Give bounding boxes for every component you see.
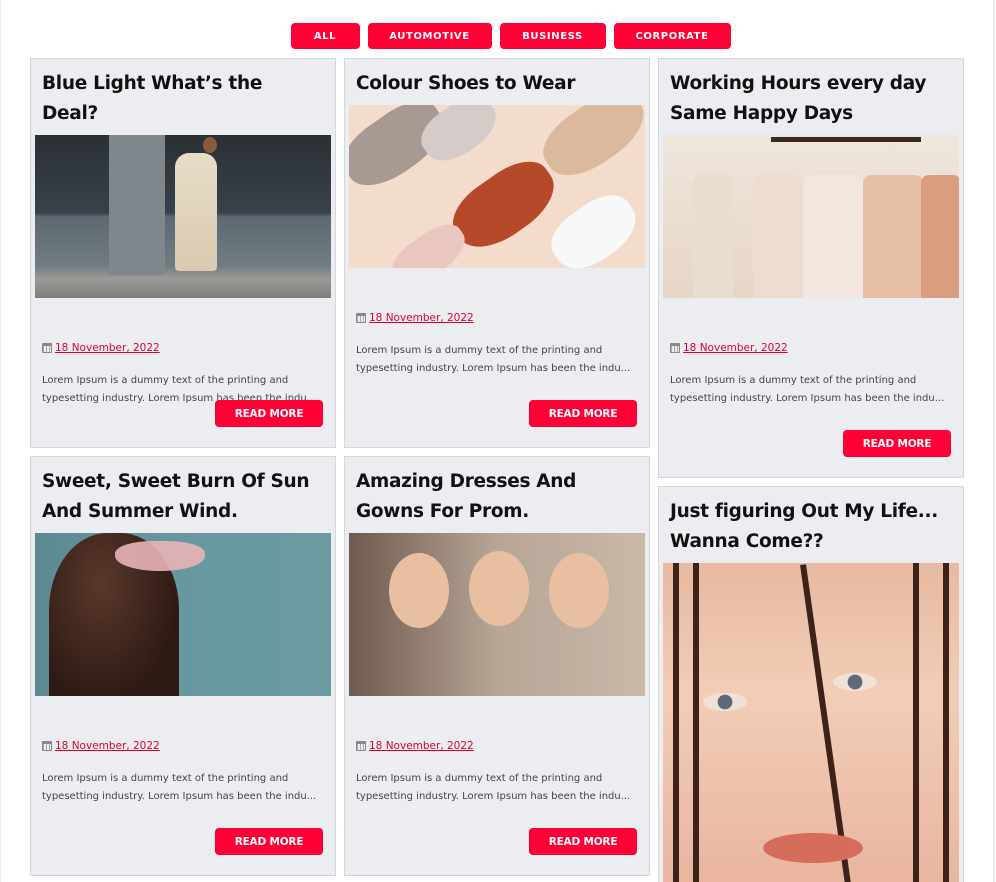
post-meta: 18 November, 2022	[42, 342, 335, 354]
image-detail	[833, 673, 877, 691]
post-date-link[interactable]: 18 November, 2022	[55, 342, 160, 354]
filter-automotive-button[interactable]: AUTOMOTIVE	[367, 23, 492, 49]
post-image[interactable]	[35, 533, 331, 696]
blog-card: Colour Shoes to Wear 18 November, 2022 L…	[344, 58, 650, 448]
image-detail	[541, 184, 645, 268]
post-image[interactable]	[349, 533, 645, 696]
blog-card: Amazing Dresses And Gowns For Prom. 18 N…	[344, 456, 650, 876]
image-detail	[115, 541, 205, 571]
image-detail	[203, 137, 217, 153]
image-detail	[175, 153, 217, 271]
post-meta: 18 November, 2022	[356, 312, 649, 324]
post-meta: 18 November, 2022	[356, 740, 649, 752]
image-detail	[753, 175, 803, 298]
blog-card: Just figuring Out My Life... Wanna Come?…	[658, 486, 964, 882]
post-date-link[interactable]: 18 November, 2022	[369, 740, 474, 752]
post-title[interactable]: Just figuring Out My Life... Wanna Come?…	[659, 487, 963, 557]
post-excerpt: Lorem Ipsum is a dummy text of the print…	[356, 773, 631, 802]
calendar-icon	[670, 343, 680, 353]
image-detail	[693, 563, 699, 882]
image-detail	[943, 563, 949, 882]
post-title[interactable]: Amazing Dresses And Gowns For Prom.	[345, 457, 649, 527]
image-detail	[763, 833, 863, 863]
image-detail	[389, 553, 449, 628]
image-detail	[703, 693, 747, 711]
read-more-button[interactable]: READ MORE	[529, 400, 637, 427]
image-detail	[803, 175, 863, 298]
post-title[interactable]: Colour Shoes to Wear	[345, 59, 649, 99]
post-title[interactable]: Blue Light What’s the Deal?	[31, 59, 335, 129]
image-detail	[771, 137, 921, 142]
filter-business-button[interactable]: BUSINESS	[499, 23, 606, 49]
blog-card: Blue Light What’s the Deal? 18 November,…	[30, 58, 336, 448]
image-detail	[913, 563, 919, 882]
image-detail	[673, 563, 679, 882]
post-date-link[interactable]: 18 November, 2022	[55, 740, 160, 752]
filter-corporate-button[interactable]: CORPORATE	[613, 23, 731, 49]
image-detail	[921, 175, 959, 298]
read-more-button[interactable]: READ MORE	[843, 430, 951, 457]
post-title[interactable]: Sweet, Sweet Burn Of Sun And Summer Wind…	[31, 457, 335, 527]
post-date-link[interactable]: 18 November, 2022	[369, 312, 474, 324]
image-detail	[469, 551, 529, 626]
post-date-link[interactable]: 18 November, 2022	[683, 342, 788, 354]
image-detail	[549, 553, 609, 628]
calendar-icon	[42, 741, 52, 751]
post-excerpt: Lorem Ipsum is a dummy text of the print…	[670, 375, 945, 404]
image-detail	[109, 135, 165, 275]
filter-all-button[interactable]: ALL	[290, 23, 360, 49]
post-excerpt: Lorem Ipsum is a dummy text of the print…	[356, 345, 631, 374]
calendar-icon	[356, 313, 366, 323]
post-image[interactable]	[349, 105, 645, 268]
post-meta: 18 November, 2022	[670, 342, 963, 354]
page-left-border	[0, 0, 1, 882]
post-title[interactable]: Working Hours every day Same Happy Days	[659, 59, 963, 129]
read-more-button[interactable]: READ MORE	[215, 400, 323, 427]
calendar-icon	[356, 741, 366, 751]
post-meta: 18 November, 2022	[42, 740, 335, 752]
read-more-button[interactable]: READ MORE	[529, 828, 637, 855]
post-image[interactable]	[35, 135, 331, 298]
blog-card: Working Hours every day Same Happy Days …	[658, 58, 964, 478]
image-detail	[863, 175, 923, 298]
read-more-button[interactable]: READ MORE	[215, 828, 323, 855]
calendar-icon	[42, 343, 52, 353]
image-detail	[693, 175, 733, 298]
post-excerpt: Lorem Ipsum is a dummy text of the print…	[42, 773, 317, 802]
blog-card: Sweet, Sweet Burn Of Sun And Summer Wind…	[30, 456, 336, 876]
category-filter-bar: ALL AUTOMOTIVE BUSINESS CORPORATE	[0, 23, 996, 49]
post-image[interactable]	[663, 563, 959, 882]
post-image[interactable]	[663, 135, 959, 298]
